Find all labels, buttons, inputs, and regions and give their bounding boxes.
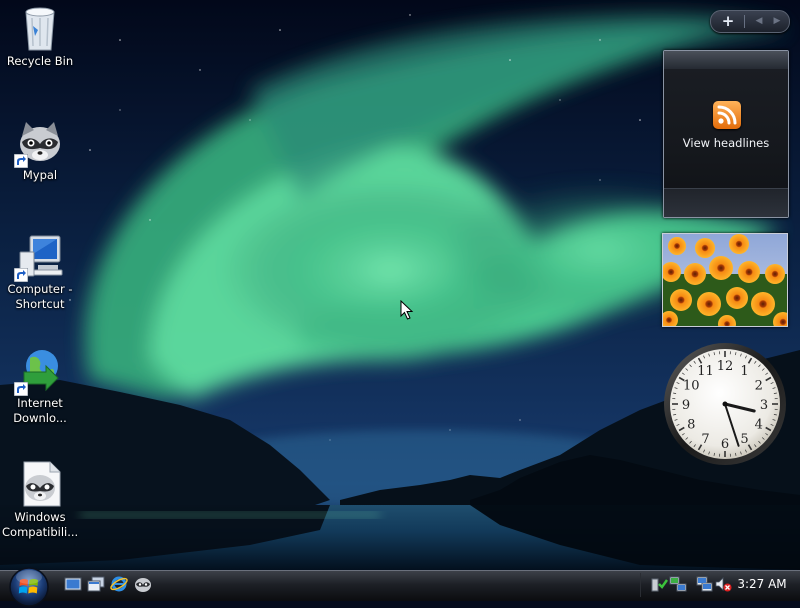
mypal-raccoon-icon <box>16 118 64 166</box>
clock-number: 3 <box>760 398 768 413</box>
network-icon[interactable] <box>669 575 687 593</box>
security-icon[interactable] <box>650 575 668 593</box>
desktop-icon-label: Internet Downlo... <box>0 396 80 426</box>
desktop-icon-computer-shortcut[interactable]: Computer - Shortcut <box>0 230 80 312</box>
previous-page-button[interactable]: ◀ <box>751 11 767 32</box>
clock-number: 1 <box>740 364 748 379</box>
computer-icon <box>16 232 64 280</box>
slide-show-gadget[interactable] <box>662 233 788 327</box>
desktop-icon-mypal[interactable]: Mypal <box>0 116 80 183</box>
sidebar-control: + ◀ ▶ <box>710 10 790 33</box>
clock-number: 8 <box>687 418 695 433</box>
switch-windows-icon[interactable] <box>87 575 105 593</box>
clock-number: 10 <box>683 379 700 394</box>
internet-explorer-icon[interactable] <box>110 575 128 593</box>
feed-headlines-gadget[interactable]: View headlines <box>663 50 789 218</box>
flowers-photo <box>663 234 787 326</box>
clock-number: 7 <box>701 432 709 447</box>
tray-separator <box>640 573 641 597</box>
clock-center-pin <box>723 402 728 407</box>
next-page-button[interactable]: ▶ <box>769 11 785 32</box>
sidebar-separator <box>744 15 745 28</box>
view-headlines-link[interactable]: View headlines <box>664 136 788 150</box>
shortcut-arrow-icon <box>14 268 28 282</box>
show-desktop-icon[interactable] <box>64 575 82 593</box>
add-gadget-button[interactable]: + <box>717 11 739 32</box>
desktop-icon-label: Recycle Bin <box>0 54 80 69</box>
shortcut-arrow-icon <box>14 154 28 168</box>
rss-feed-icon <box>713 101 741 129</box>
desktop-icon-label: Computer - Shortcut <box>0 282 80 312</box>
start-button[interactable] <box>8 566 50 608</box>
shortcut-arrow-icon <box>14 382 28 396</box>
clock-number: 9 <box>682 398 690 413</box>
desktop[interactable]: Recycle Bin Mypal <box>0 0 800 570</box>
gadget-header <box>664 51 788 69</box>
desktop-icon-label: Windows Compatibili... <box>0 510 80 540</box>
mouse-cursor-icon <box>400 300 414 320</box>
computers-connection-icon[interactable] <box>696 575 714 593</box>
taskbar-clock[interactable]: 3:27 AM <box>734 576 790 592</box>
mypal-icon[interactable] <box>134 575 152 593</box>
desktop-icon-label: Mypal <box>0 168 80 183</box>
recycle-bin-icon <box>16 4 64 52</box>
clock-number: 5 <box>740 432 748 447</box>
clock-number: 4 <box>755 418 763 433</box>
internet-download-manager-icon <box>16 346 64 394</box>
desktop-icon-internet-download[interactable]: Internet Downlo... <box>0 344 80 426</box>
clock-number: 11 <box>697 364 714 379</box>
clock-number: 6 <box>721 437 729 452</box>
volume-muted-icon[interactable] <box>714 575 732 593</box>
analog-clock-gadget[interactable]: 12 12 3 45678 9 1011 <box>662 341 788 467</box>
clock-number: 2 <box>755 379 763 394</box>
desktop-icon-windows-compatibility[interactable]: Windows Compatibili... <box>0 458 80 540</box>
gadget-footer <box>664 188 788 217</box>
clock-number: 12 <box>717 359 734 374</box>
desktop-icon-recycle-bin[interactable]: Recycle Bin <box>0 2 80 69</box>
document-raccoon-icon <box>16 460 64 508</box>
